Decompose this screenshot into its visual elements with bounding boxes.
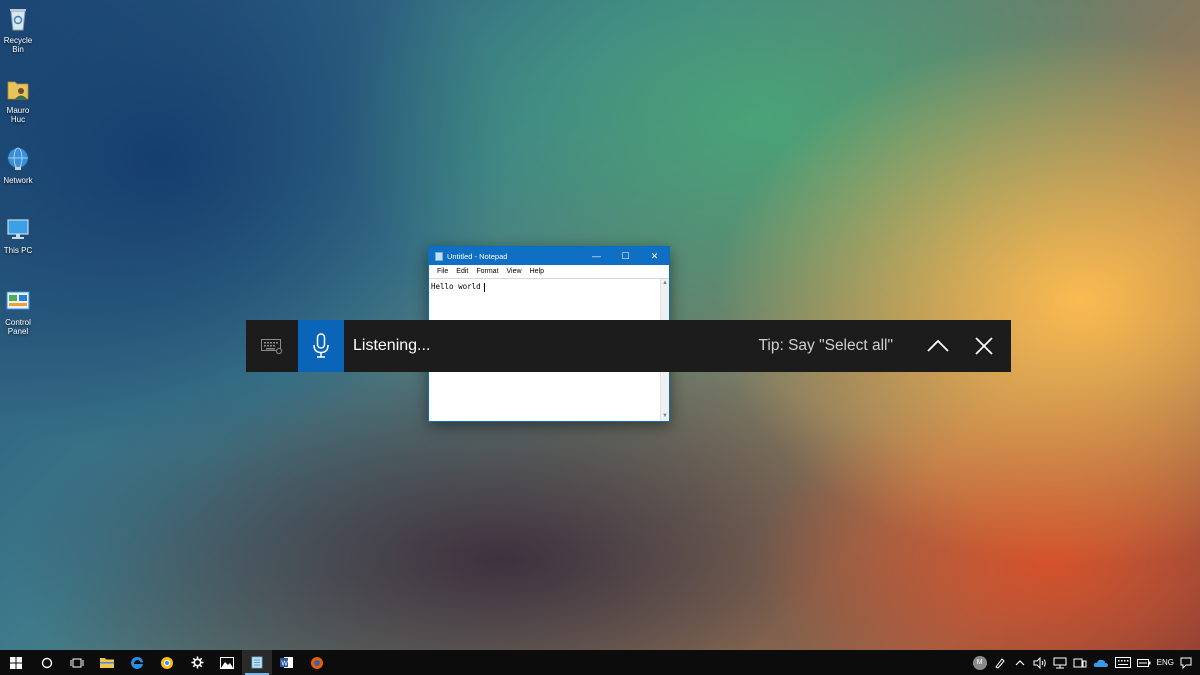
desktop-icon-this-pc[interactable]: This PC [0,216,36,255]
desktop-icon-control-panel[interactable]: Control Panel [0,288,36,336]
scroll-down-arrow-icon[interactable]: ▼ [661,412,669,421]
start-icon [10,657,22,669]
keyboard-settings-icon [261,338,283,354]
show-hidden-icons-button[interactable] [1010,650,1030,675]
keyboard-settings-button[interactable] [246,320,298,372]
system-tray: M ENG [970,650,1200,675]
firefox-button[interactable] [302,650,332,675]
desktop-icon-network[interactable]: Network [0,146,36,185]
desktop-icon-label: Control Panel [5,318,31,336]
volume-icon [1033,657,1047,669]
chrome-like-button[interactable] [152,650,182,675]
menu-file[interactable]: File [433,268,452,275]
notepad-title-bar[interactable]: Untitled - Notepad — ☐ ✕ [429,247,669,265]
ink-workspace-button[interactable] [990,650,1010,675]
menu-edit[interactable]: Edit [452,268,472,275]
scroll-up-arrow-icon[interactable]: ▲ [661,279,669,288]
desktop-icon-label: Mauro Huc [7,106,30,124]
chrome-like-icon [160,656,174,670]
menu-format[interactable]: Format [472,268,502,275]
edge-icon [130,656,144,670]
touch-keyboard-button[interactable] [1112,650,1134,675]
onedrive-cloud-icon [1093,658,1109,668]
microphone-icon [312,333,330,359]
task-view-icon [70,657,84,669]
user-avatar: M [973,656,987,670]
maximize-button[interactable]: ☐ [611,247,640,265]
dictation-toolbar: Listening... Tip: Say "Select all" [246,320,1011,372]
notepad-menu-bar: File Edit Format View Help [429,265,669,278]
firefox-icon [310,656,324,670]
microphone-button[interactable] [298,320,344,372]
onedrive-button[interactable] [1090,650,1112,675]
menu-view[interactable]: View [503,268,526,275]
photos-icon [220,657,234,669]
close-dictation-button[interactable] [961,320,1007,372]
notepad-icon [251,656,263,669]
device-icon [1073,657,1087,669]
action-center-button[interactable] [1177,650,1200,675]
photos-button[interactable] [212,650,242,675]
desktop-icon-label: Network [3,176,32,185]
control-panel-icon [5,288,31,314]
volume-button[interactable] [1030,650,1050,675]
battery-tray-button[interactable] [1134,650,1154,675]
device-tray-button[interactable] [1070,650,1090,675]
settings-button[interactable] [182,650,212,675]
keyboard-icon [1115,657,1131,668]
chevron-up-icon [1015,659,1025,667]
file-explorer-icon [100,657,114,669]
close-button[interactable]: ✕ [640,247,669,265]
svg-text:W: W [281,661,288,668]
network-icon [5,146,31,172]
cortana-icon [41,657,53,669]
expand-button[interactable] [915,320,961,372]
cortana-button[interactable] [32,650,62,675]
user-folder-icon [5,76,31,102]
pen-icon [994,657,1006,669]
text-caret [484,283,485,292]
notepad-taskbar-button[interactable] [242,650,272,675]
desktop-icon-recycle-bin[interactable]: Recycle Bin [0,6,36,54]
notepad-app-icon [435,252,443,261]
chevron-up-icon [926,339,950,353]
network-tray-button[interactable] [1050,650,1070,675]
people-button[interactable]: M [970,650,990,675]
taskbar: W M ENG [0,650,1200,675]
desktop-icon-user-folder[interactable]: Mauro Huc [0,76,36,124]
start-button[interactable] [0,650,32,675]
task-view-button[interactable] [62,650,92,675]
word-button[interactable]: W [272,650,302,675]
battery-icon [1137,658,1151,668]
close-icon [975,337,993,355]
word-icon: W [280,656,294,669]
dictation-status: Listening... [353,337,759,355]
notepad-content-line: Hello world [429,279,669,295]
notification-icon [1180,657,1192,669]
minimize-button[interactable]: — [582,247,611,265]
menu-help[interactable]: Help [526,268,548,275]
input-language-button[interactable]: ENG [1154,650,1177,675]
ethernet-icon [1053,657,1067,669]
notepad-content: Hello world [431,282,481,291]
file-explorer-button[interactable] [92,650,122,675]
desktop-icon-label: Recycle Bin [4,36,32,54]
this-pc-icon [5,216,31,242]
dictation-tip: Tip: Say "Select all" [759,337,893,355]
settings-icon [191,656,204,669]
desktop-icon-label: This PC [4,246,32,255]
recycle-bin-icon [5,6,31,32]
edge-button[interactable] [122,650,152,675]
notepad-title: Untitled - Notepad [447,252,582,261]
